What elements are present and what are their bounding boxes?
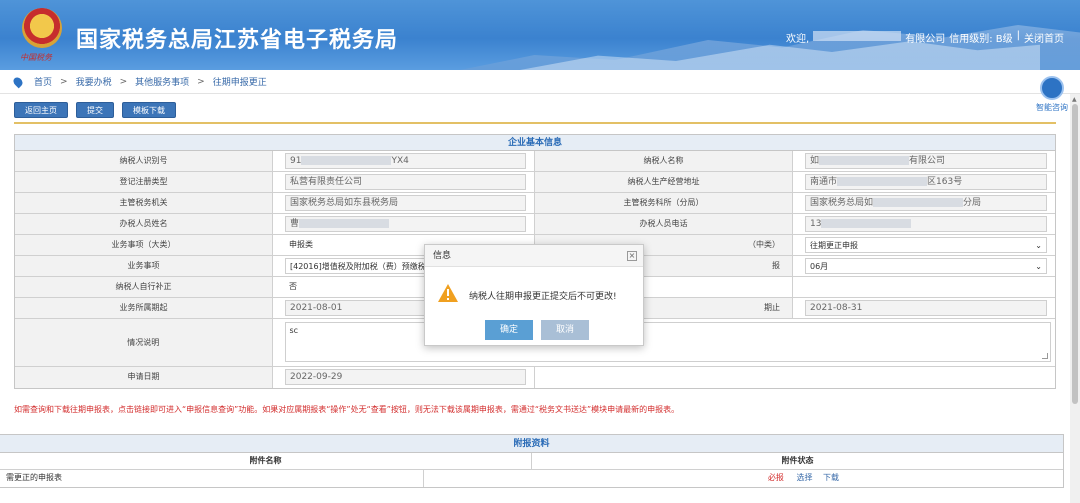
emblem-text: 中国税务 <box>20 53 52 62</box>
breadcrumb-home[interactable]: 首页 <box>34 75 52 88</box>
tax-section-label: 主管税务科所（分局） <box>535 193 793 213</box>
category-big-label: 业务事项（大类） <box>15 235 273 255</box>
apply-date-field: 2022-09-29 <box>285 369 526 385</box>
dialog-title: 信息 <box>433 251 452 261</box>
toolbar: 返回主页 提交 模板下载 <box>14 102 176 118</box>
col-attachment-name: 附件名称 <box>0 453 532 469</box>
self-correct-label: 纳税人自行补正 <box>15 277 273 297</box>
back-home-button[interactable]: 返回主页 <box>14 102 68 118</box>
taxpayer-id-field: 91 YX4 <box>285 153 526 169</box>
attachments-panel: 附报资料 附件名称 附件状态 需更正的申报表 必报 选择 下载 <box>0 434 1064 488</box>
site-header: 中国税务 国家税务总局江苏省电子税务局 欢迎, 有限公司 信用级别: B级 | … <box>0 0 1080 70</box>
handler-name-label: 办税人员姓名 <box>15 214 273 234</box>
address-label: 纳税人生产经营地址 <box>535 172 793 192</box>
assistant-label: 智能咨询 <box>1036 103 1068 112</box>
tax-section-field: 国家税务总局如 分局 <box>805 195 1047 211</box>
dialog-message: 纳税人往期申报更正提交后不可更改! <box>469 292 617 302</box>
template-download-button[interactable]: 模板下载 <box>122 102 176 118</box>
smart-assistant[interactable]: 智能咨询 <box>1032 76 1072 113</box>
location-pin-icon <box>11 75 25 88</box>
description-label: 情况说明 <box>15 319 273 366</box>
breadcrumb-current: 往期申报更正 <box>212 78 267 88</box>
handler-name-field[interactable]: 曹 <box>285 216 526 232</box>
taxpayer-id-label: 纳税人识别号 <box>15 151 273 171</box>
close-home-link[interactable]: 关闭首页 <box>1024 30 1064 45</box>
download-notice: 如需查询和下载往期申报表，点击链接即可进入“申报信息查询”功能。如果对应属期报表… <box>14 405 680 414</box>
taxpayer-name-field: 如有限公司 <box>805 153 1047 169</box>
form-row: 纳税人识别号 91 YX4 纳税人名称 如有限公司 <box>15 151 1055 172</box>
submit-button[interactable]: 提交 <box>76 102 114 118</box>
user-bar-separator: | <box>1016 30 1020 41</box>
welcome-text: 欢迎, <box>786 34 810 45</box>
handler-phone-label: 办税人员电话 <box>535 214 793 234</box>
taxpayer-name-label: 纳税人名称 <box>535 151 793 171</box>
resize-handle-icon[interactable] <box>1042 353 1048 359</box>
company-suffix: 有限公司 <box>905 34 946 45</box>
address-field: 南通市 区163号 <box>805 174 1047 190</box>
tax-office-label: 主管税务机关 <box>15 193 273 213</box>
chevron-down-icon: ⌄ <box>1035 262 1042 271</box>
tax-emblem-icon <box>22 8 62 48</box>
reg-type-field: 私营有限责任公司 <box>285 174 526 190</box>
apply-date-label: 申请日期 <box>15 367 273 388</box>
user-bar: 欢迎, 有限公司 信用级别: B级 | 关闭首页 <box>786 30 1064 45</box>
attachments-title: 附报资料 <box>0 435 1063 453</box>
close-icon[interactable]: × <box>627 251 637 261</box>
form-row: 登记注册类型 私营有限责任公司 纳税人生产经营地址 南通市 区163号 <box>15 172 1055 193</box>
credit-level: 信用级别: B级 <box>949 34 1013 45</box>
start-date-label: 业务所属期起 <box>15 298 273 318</box>
redacted-company <box>813 31 902 41</box>
col-attachment-status: 附件状态 <box>781 456 814 465</box>
handler-phone-field[interactable]: 13 <box>805 216 1047 232</box>
chat-bot-icon <box>1040 76 1064 100</box>
form-row: 申请日期 2022-09-29 <box>15 367 1055 388</box>
breadcrumb-tax[interactable]: 我要办税 <box>76 75 112 88</box>
download-link[interactable]: 下载 <box>823 473 839 482</box>
warning-icon <box>438 284 458 302</box>
chevron-down-icon: ⌄ <box>1035 241 1042 250</box>
page-scrollbar[interactable]: ▲ <box>1070 94 1080 503</box>
breadcrumb-other-services[interactable]: 其他服务事项 <box>135 75 189 88</box>
site-title: 国家税务总局江苏省电子税务局 <box>76 28 399 53</box>
confirm-button[interactable]: 确定 <box>485 320 533 340</box>
scrollbar-thumb[interactable] <box>1072 104 1078 404</box>
toolbar-divider <box>14 122 1056 124</box>
description-textarea[interactable]: sc <box>284 322 1051 362</box>
form-row: 主管税务机关 国家税务总局如东县税务局 主管税务科所（分局） 国家税务总局如 分局 <box>15 193 1055 214</box>
attachment-name: 需更正的申报表 <box>0 470 424 487</box>
reg-type-label: 登记注册类型 <box>15 172 273 192</box>
confirm-dialog: 信息 × 纳税人往期申报更正提交后不可更改! 确定 取消 <box>424 244 644 346</box>
panel-title: 企业基本信息 <box>15 135 1055 151</box>
select-link[interactable]: 选择 <box>796 473 812 482</box>
tax-office-field: 国家税务总局如东县税务局 <box>285 195 526 211</box>
end-date-field: 2021-08-31 <box>805 300 1047 316</box>
table-row: 需更正的申报表 必报 选择 下载 <box>0 470 1063 487</box>
scroll-up-icon[interactable]: ▲ <box>1072 96 1077 103</box>
breadcrumb: 首页 > 我要办税 > 其他服务事项 > 往期申报更正 <box>0 70 1080 94</box>
cancel-button[interactable]: 取消 <box>541 320 589 340</box>
category-mid-select[interactable]: 往期更正申报 ⌄ <box>805 237 1047 253</box>
required-badge: 必报 <box>767 473 784 482</box>
period-select[interactable]: 06月 ⌄ <box>805 258 1047 274</box>
form-row: 办税人员姓名 曹 办税人员电话 13 <box>15 214 1055 235</box>
item-label: 业务事项 <box>15 256 273 276</box>
